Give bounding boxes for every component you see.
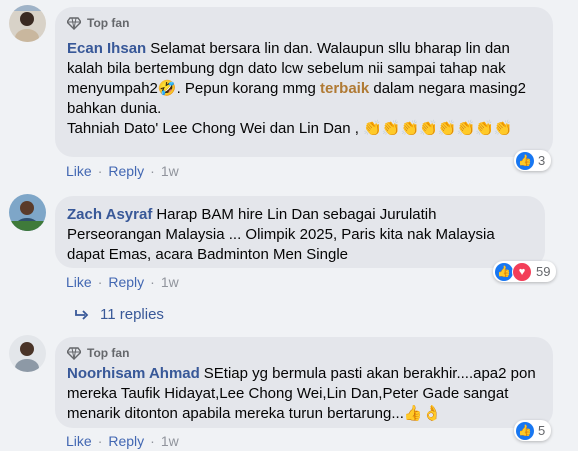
comment-author[interactable]: Ecan Ihsan — [67, 40, 146, 57]
top-fan-label: Top fan — [87, 16, 130, 30]
comment-text-part: Tahniah Dato' Lee Chong Wei dan Lin Dan … — [67, 120, 359, 137]
comment-bubble: Top fan Ecan Ihsan Selamat bersara lin da… — [55, 7, 553, 157]
comment-text: Noorhisam Ahmad SEtiap yg bermula pasti a… — [67, 364, 541, 424]
top-fan-diamond-icon — [67, 17, 81, 30]
like-link[interactable]: Like — [66, 163, 92, 179]
timestamp[interactable]: 1w — [161, 433, 179, 449]
comment-bubble: Top fan Noorhisam Ahmad SEtiap yg bermula… — [55, 337, 553, 428]
reaction-count: 3 — [538, 153, 546, 168]
reaction-count: 5 — [538, 423, 546, 438]
reply-link[interactable]: Reply — [108, 433, 144, 449]
like-icon: 👍 — [516, 421, 534, 440]
avatar-zach[interactable] — [9, 194, 46, 231]
replies-count[interactable]: 11 replies — [100, 306, 164, 323]
top-fan-badge: Top fan — [67, 344, 541, 362]
reply-link[interactable]: Reply — [108, 163, 144, 179]
reaction-count: 59 — [536, 264, 551, 279]
comment-author[interactable]: Noorhisam Ahmad — [67, 365, 200, 382]
comment-text: Zach Asyraf Harap BAM hire Lin Dan sebaga… — [67, 205, 533, 265]
reaction-summary[interactable]: 👍 ♥ 59 — [493, 261, 557, 282]
comment-text: Ecan Ihsan Selamat bersara lin dan. Walau… — [67, 39, 541, 139]
comment-actions: Like · Reply · 1w — [66, 433, 179, 449]
avatar-ecan[interactable] — [9, 5, 46, 42]
clap-emojis: 👏👏👏👏👏👏👏👏 — [363, 120, 513, 137]
like-icon: 👍 — [516, 151, 534, 170]
reply-link[interactable]: Reply — [108, 274, 144, 290]
like-link[interactable]: Like — [66, 274, 92, 290]
top-fan-diamond-icon — [67, 347, 81, 360]
reaction-summary[interactable]: 👍 5 — [514, 420, 552, 441]
reaction-summary[interactable]: 👍 3 — [514, 150, 552, 171]
rofl-emoji: 🤣 — [157, 80, 177, 97]
hand-emojis: 👍👌 — [403, 405, 442, 422]
avatar-noorhisam[interactable] — [9, 335, 46, 372]
comment-author[interactable]: Zach Asyraf — [67, 206, 152, 223]
love-icon: ♥ — [512, 261, 532, 282]
comment-text-part: . Pepun korang mmg — [176, 80, 320, 97]
timestamp[interactable]: 1w — [161, 163, 179, 179]
top-fan-badge: Top fan — [67, 14, 541, 32]
reply-arrow-icon — [75, 309, 89, 320]
like-link[interactable]: Like — [66, 433, 92, 449]
highlight-word: terbaik — [320, 80, 370, 97]
timestamp[interactable]: 1w — [161, 274, 179, 290]
comment-actions: Like · Reply · 1w — [66, 274, 179, 290]
top-fan-label: Top fan — [87, 346, 130, 360]
comment-actions: Like · Reply · 1w — [66, 163, 179, 179]
comment-bubble: Zach Asyraf Harap BAM hire Lin Dan sebaga… — [55, 196, 545, 268]
view-replies-link[interactable]: 11 replies — [74, 306, 164, 323]
like-icon: 👍 — [495, 262, 513, 281]
